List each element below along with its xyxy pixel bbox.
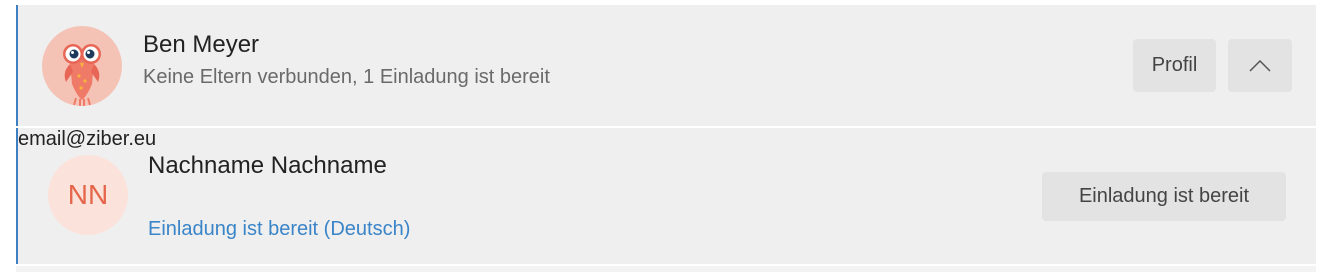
parent-row: NN Nachname Nachname email@ziber.eu Einl… (16, 128, 1316, 264)
invite-language-link[interactable]: Einladung ist bereit (Deutsch) (148, 218, 410, 241)
student-status: Keine Eltern verbunden, 1 Einladung ist … (143, 66, 550, 88)
next-row-edge (16, 266, 1316, 272)
collapse-button[interactable] (1228, 39, 1292, 92)
parent-name: Nachname Nachname (148, 152, 387, 179)
parent-email: email@ziber.eu (18, 128, 157, 150)
invite-ready-button[interactable]: Einladung ist bereit (1042, 172, 1286, 221)
profile-button[interactable]: Profil (1133, 39, 1216, 92)
chevron-up-icon (1249, 59, 1271, 72)
parent-initials-avatar: NN (48, 155, 128, 235)
student-name: Ben Meyer (143, 31, 260, 58)
student-avatar (42, 26, 122, 106)
student-row: Ben Meyer Keine Eltern verbunden, 1 Einl… (16, 5, 1316, 126)
owl-mascot-icon (63, 44, 101, 106)
